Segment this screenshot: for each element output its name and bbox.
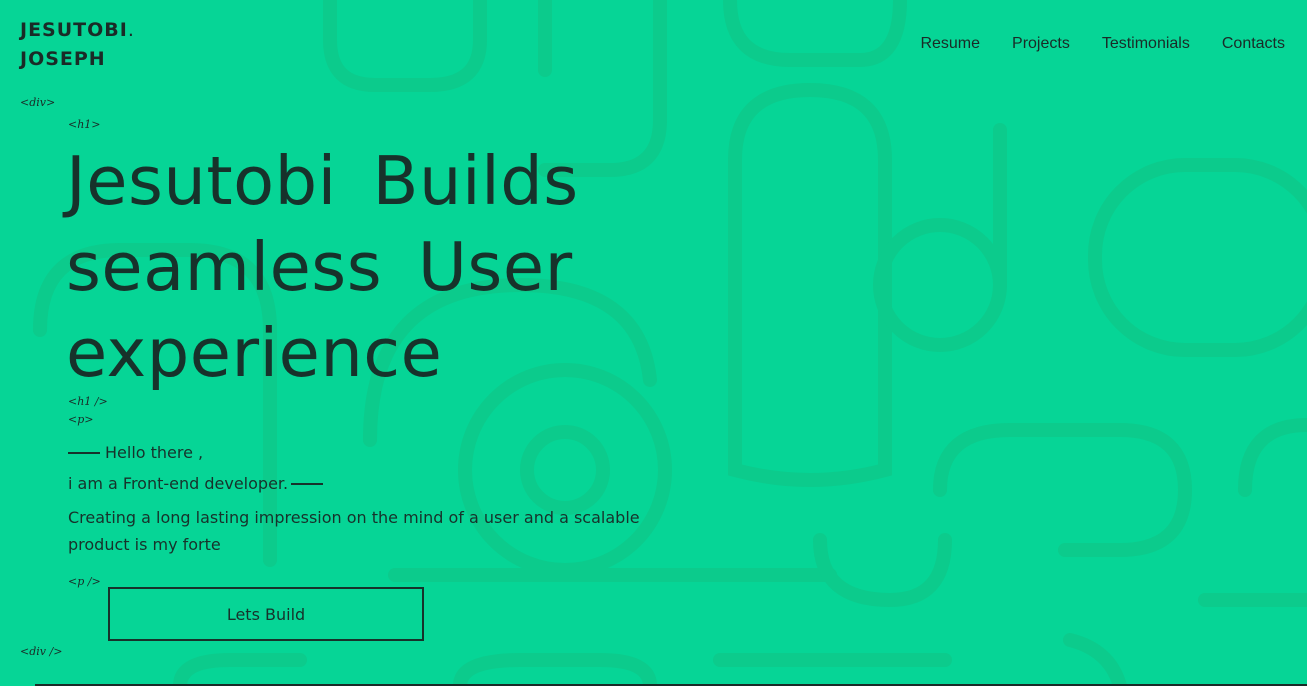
logo-last-name: JOSEPH [20,48,106,70]
nav-link-contacts[interactable]: Contacts [1222,35,1285,53]
p-open-tag: <p> [68,413,94,426]
pattern-curve [323,0,487,92]
logo-dot: . [127,19,135,41]
logo[interactable]: JESUTOBI. JOSEPH [20,16,135,74]
pattern-circle [873,218,1007,352]
hero-title-line-1: Jesutobi Builds [66,142,579,220]
nav-link-resume[interactable]: Resume [920,35,980,53]
pattern-curve [813,533,952,608]
div-open-tag: <div> [20,96,56,109]
pattern-curve [723,0,907,67]
hero-title-line-2: seamless User [66,228,573,306]
pattern-capsule [728,82,892,487]
hero-description: Creating a long lasting impression on th… [68,508,640,554]
greeting-line: Hello there , [68,443,203,462]
pattern-curve [1238,418,1307,497]
p-close-tag: <p /> [68,575,101,588]
pattern-curve [933,423,1193,557]
pattern-curve [453,653,657,686]
hero-title-line-3: experience [66,314,443,392]
div-close-tag: <div /> [20,645,63,658]
role-text: i am a Front-end developer. [68,474,289,493]
page: JESUTOBI. JOSEPH Resume Projects Testimo… [0,0,1307,686]
greeting-text: Hello there , [105,443,204,462]
nav-link-projects[interactable]: Projects [1012,35,1070,53]
hero-title: Jesutobi Builds seamless User experience [66,138,706,396]
role-line: i am a Front-end developer. [68,474,324,493]
pattern-rounded-rect [1088,158,1307,357]
nav-link-testimonials[interactable]: Testimonials [1102,35,1190,53]
h1-close-tag: <h1 /> [68,395,108,408]
main-nav: Resume Projects Testimonials Contacts [920,35,1285,53]
h1-open-tag: <h1> [68,118,101,131]
dash-decoration [291,482,324,485]
pattern-curve [1063,633,1127,686]
logo-first-name: JESUTOBI [20,19,128,41]
pattern-circle [520,425,610,515]
lets-build-button[interactable]: Lets Build [108,587,424,641]
pattern-curve [173,653,307,686]
dash-decoration [68,451,100,454]
